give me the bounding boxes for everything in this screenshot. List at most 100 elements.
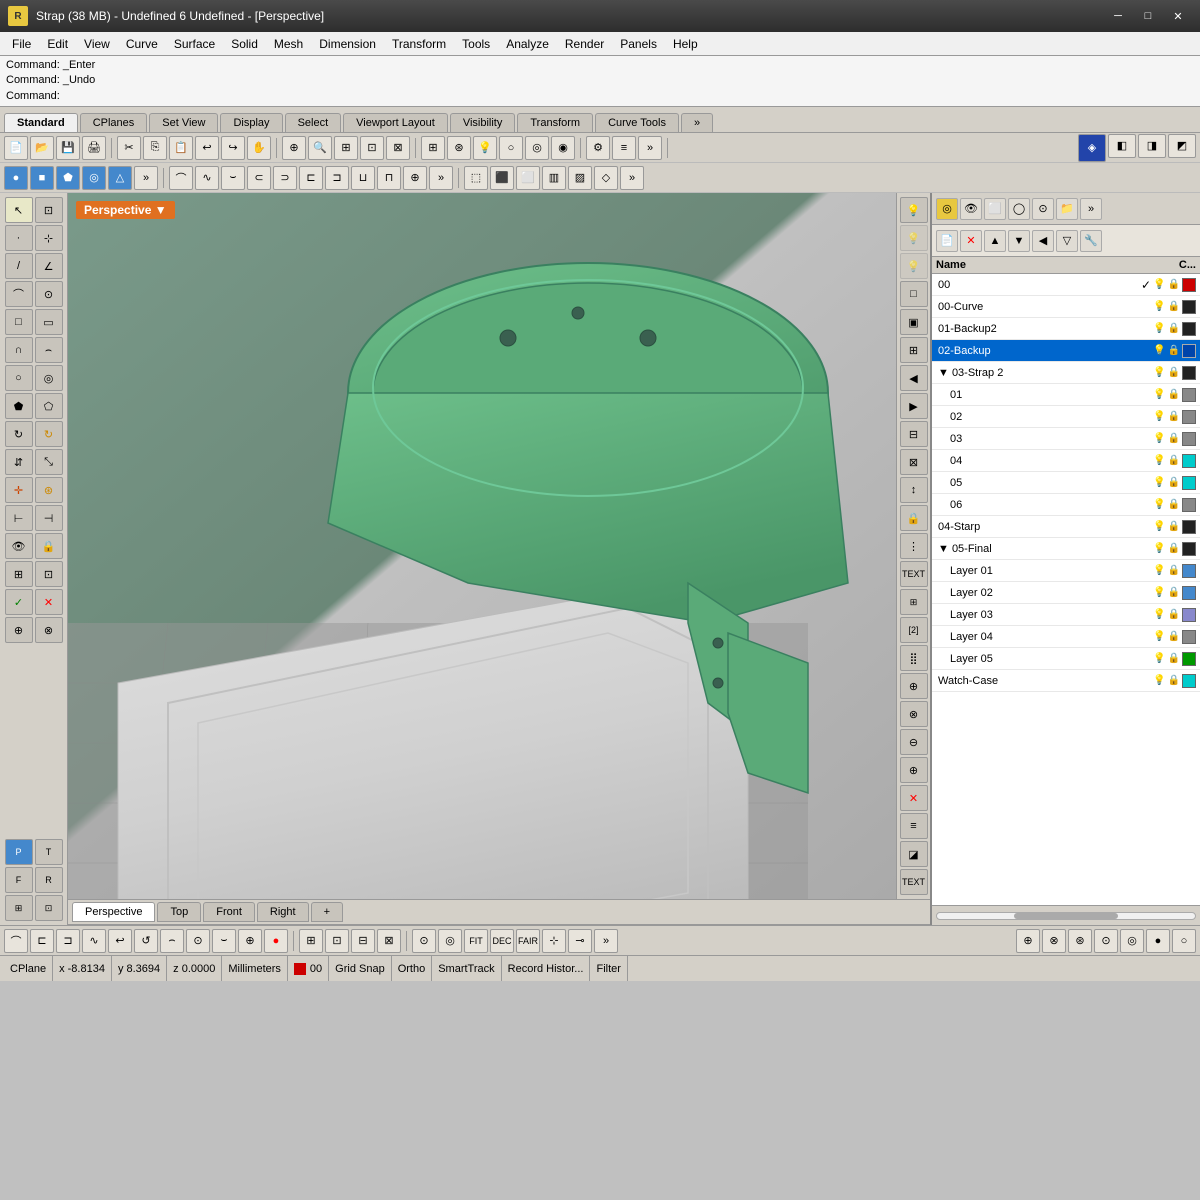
toolbar-save[interactable]: 💾 xyxy=(56,136,80,160)
menu-tools[interactable]: Tools xyxy=(454,35,498,53)
rvt-text2[interactable]: TEXT xyxy=(900,869,928,895)
rvt-grid[interactable]: ⊞ xyxy=(900,589,928,615)
tool-ellipse2[interactable]: ◎ xyxy=(35,365,63,391)
menu-render[interactable]: Render xyxy=(557,35,612,53)
layer-row-starp[interactable]: 04-Starp 💡 🔒 xyxy=(932,516,1200,538)
toolbar-snap[interactable]: ⊛ xyxy=(447,136,471,160)
layers-down[interactable]: ▼ xyxy=(1008,230,1030,252)
tool-more1[interactable]: » xyxy=(134,166,158,190)
rvt-2[interactable]: [2] xyxy=(900,617,928,643)
rvt-misc[interactable]: ⊕ xyxy=(900,673,928,699)
tool-dim2[interactable]: ⊣ xyxy=(35,505,63,531)
prop-more[interactable]: » xyxy=(1080,198,1102,220)
tool-arc2[interactable]: ⌢ xyxy=(35,337,63,363)
tool-line[interactable]: / xyxy=(5,253,33,279)
layers-wrench[interactable]: 🔧 xyxy=(1080,230,1102,252)
rvt-light2[interactable]: 💡 xyxy=(900,225,928,251)
btool-3[interactable]: ⊐ xyxy=(56,929,80,953)
tab-transform[interactable]: Transform xyxy=(517,113,593,132)
rvt-cplane[interactable]: ⊟ xyxy=(900,421,928,447)
tool-scale[interactable]: ⤡ xyxy=(35,449,63,475)
btool-r4[interactable]: ⊙ xyxy=(1094,929,1118,953)
tool-curve6[interactable]: ⊏ xyxy=(299,166,323,190)
layers-delete[interactable]: ✕ xyxy=(960,230,982,252)
tool-select[interactable]: ↖ xyxy=(5,197,33,223)
layer-row-00[interactable]: 00 ✓ 💡 🔒 xyxy=(932,274,1200,296)
toolbar-zoom[interactable]: 🔍 xyxy=(308,136,332,160)
tool-curve9[interactable]: ⊓ xyxy=(377,166,401,190)
toolbar-cut[interactable]: ✂ xyxy=(117,136,141,160)
layer-row-05[interactable]: 05 💡 🔒 xyxy=(932,472,1200,494)
prop-sphere[interactable]: ◎ xyxy=(936,198,958,220)
prop-set[interactable]: ⊙ xyxy=(1032,198,1054,220)
lock-icon[interactable]: 🔒 xyxy=(1168,279,1180,290)
layer-row-watchcase[interactable]: Watch-Case 💡 🔒 xyxy=(932,670,1200,692)
tool-check[interactable]: ✓ xyxy=(5,589,33,615)
btool-5[interactable]: ↩ xyxy=(108,929,132,953)
command-input[interactable] xyxy=(60,90,202,102)
maximize-button[interactable]: □ xyxy=(1134,6,1162,26)
rvt-dots[interactable]: ⣿ xyxy=(900,645,928,671)
btool-13[interactable]: ⊡ xyxy=(325,929,349,953)
horizontal-scrollbar[interactable] xyxy=(936,912,1196,920)
toolbar-redo[interactable]: ↪ xyxy=(221,136,245,160)
tool-arc[interactable]: ∩ xyxy=(5,337,33,363)
btool-r2[interactable]: ⊗ xyxy=(1042,929,1066,953)
tool-move[interactable]: ⇵ xyxy=(5,449,33,475)
btool-22[interactable]: ⊸ xyxy=(568,929,592,953)
vptab-add[interactable]: + xyxy=(311,902,343,922)
tool-view-5[interactable]: ⊡ xyxy=(35,895,63,921)
btool-14[interactable]: ⊟ xyxy=(351,929,375,953)
tool-rotate2[interactable]: ↻ xyxy=(35,421,63,447)
layers-new[interactable]: 📄 xyxy=(936,230,958,252)
layer-row-04[interactable]: 04 💡 🔒 xyxy=(932,450,1200,472)
layer-row-l05[interactable]: Layer 05 💡 🔒 xyxy=(932,648,1200,670)
layers-up[interactable]: ▲ xyxy=(984,230,1006,252)
tool-gumball[interactable]: ✛ xyxy=(5,477,33,503)
layer-row-03[interactable]: 03 💡 🔒 xyxy=(932,428,1200,450)
layer-color[interactable] xyxy=(1182,278,1196,292)
tool-cone[interactable]: △ xyxy=(108,166,132,190)
menu-transform[interactable]: Transform xyxy=(384,35,454,53)
menu-help[interactable]: Help xyxy=(665,35,706,53)
tool-rotate[interactable]: ↻ xyxy=(5,421,33,447)
toolbar-material[interactable]: ◉ xyxy=(551,136,575,160)
btool-20[interactable]: FAIR xyxy=(516,929,540,953)
btool-2[interactable]: ⊏ xyxy=(30,929,54,953)
tool-curve10[interactable]: ⊕ xyxy=(403,166,427,190)
tool-torus[interactable]: ◎ xyxy=(82,166,106,190)
prop-eye[interactable]: 👁 xyxy=(960,198,982,220)
prop-folder[interactable]: 📁 xyxy=(1056,198,1078,220)
tab-display[interactable]: Display xyxy=(220,113,282,132)
tool-poly[interactable]: ⌒ xyxy=(5,281,33,307)
rvt-light3[interactable]: 💡 xyxy=(900,253,928,279)
menu-curve[interactable]: Curve xyxy=(118,35,166,53)
toolbar-more[interactable]: » xyxy=(638,136,662,160)
tool-rect[interactable]: □ xyxy=(5,309,33,335)
tab-setview[interactable]: Set View xyxy=(149,113,218,132)
rvt-move[interactable]: ↕ xyxy=(900,477,928,503)
btool-18[interactable]: FIT xyxy=(464,929,488,953)
tool-line2[interactable]: ∠ xyxy=(35,253,63,279)
btool-6[interactable]: ↺ xyxy=(134,929,158,953)
btool-r6[interactable]: ● xyxy=(1146,929,1170,953)
layer-row-l01[interactable]: Layer 01 💡 🔒 xyxy=(932,560,1200,582)
btool-17[interactable]: ◎ xyxy=(438,929,462,953)
rvt-analysis[interactable]: ⋮ xyxy=(900,533,928,559)
toolbar-view4[interactable]: ◩ xyxy=(1168,134,1196,158)
tool-pt[interactable]: · xyxy=(5,225,33,251)
tab-curve-tools[interactable]: Curve Tools xyxy=(595,113,679,132)
toolbar-light[interactable]: 💡 xyxy=(473,136,497,160)
menu-mesh[interactable]: Mesh xyxy=(266,35,311,53)
btool-15[interactable]: ⊠ xyxy=(377,929,401,953)
btool-7[interactable]: ⌢ xyxy=(160,929,184,953)
btool-21[interactable]: ⊹ xyxy=(542,929,566,953)
tool-cylinder[interactable]: ⬟ xyxy=(56,166,80,190)
layer-row-curve[interactable]: 00-Curve 💡 🔒 xyxy=(932,296,1200,318)
tool-srf[interactable]: ⬟ xyxy=(5,393,33,419)
toolbar-print[interactable]: 🖨 xyxy=(82,136,106,160)
tool-select2[interactable]: ⊡ xyxy=(35,197,63,223)
toolbar-undo[interactable]: ↩ xyxy=(195,136,219,160)
prop-light[interactable]: ◯ xyxy=(1008,198,1030,220)
tab-visibility[interactable]: Visibility xyxy=(450,113,516,132)
